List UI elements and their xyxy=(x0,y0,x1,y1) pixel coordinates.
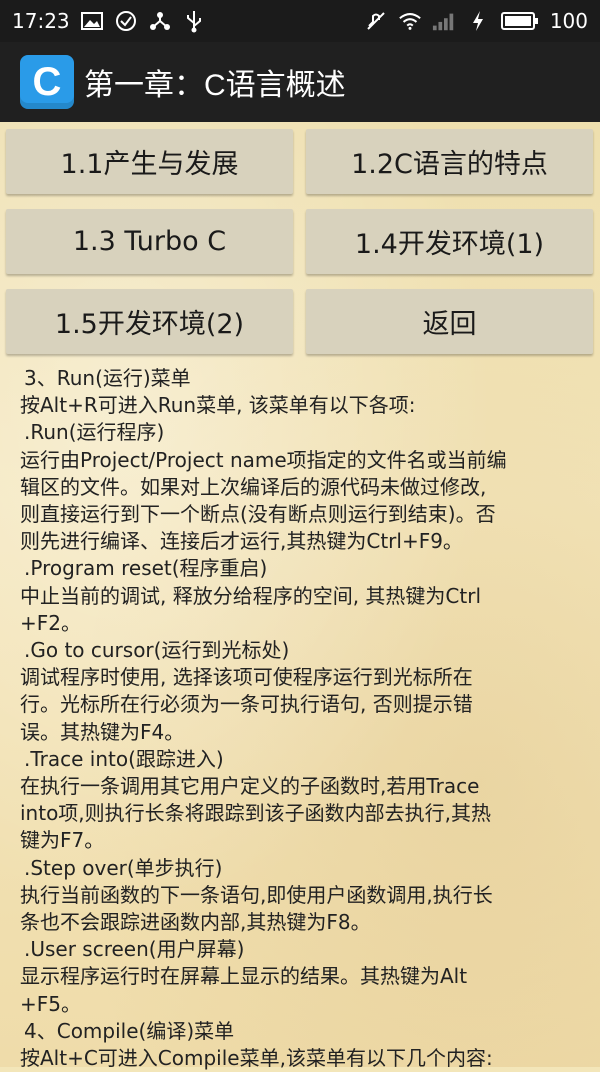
text-line: 中止当前的调试, 释放分给程序的空间, 其热键为Ctrl xyxy=(20,583,482,608)
text-line: into项,则执行长条将跟踪到该子函数内部去执行,其热 xyxy=(20,801,492,826)
image-icon xyxy=(80,9,104,33)
mute-icon xyxy=(364,9,388,33)
text-line: 在执行一条调用其它用户定义的子函数时,若用Trace xyxy=(20,774,480,799)
charging-icon xyxy=(466,9,490,33)
battery-icon xyxy=(500,9,540,33)
check-circle-icon xyxy=(114,9,138,33)
usb-icon xyxy=(182,9,206,33)
app-logo-icon: C xyxy=(20,55,74,109)
section-1-2-button[interactable]: 1.2C语言的特点 xyxy=(306,129,593,194)
wifi-icon xyxy=(398,9,422,33)
section-1-5-button[interactable]: 1.5开发环境(2) xyxy=(6,289,293,354)
status-bar: 17:23 100 xyxy=(0,0,600,42)
app-bar: C 第一章：C语言概述 xyxy=(0,42,600,122)
text-line: 行。光标所在行必须为一条可执行语句, 否则提示错 xyxy=(20,692,473,717)
text-line: 运行由Project/Project name项指定的文件名或当前编 xyxy=(20,447,507,472)
chapter-nav-grid: 1.1产生与发展 1.2C语言的特点 1.3 Turbo C 1.4开发环境(1… xyxy=(6,129,594,354)
item-heading: .Run(运行程序) xyxy=(24,420,165,445)
text-line: 误。其热键为F4。 xyxy=(20,719,185,744)
back-button[interactable]: 返回 xyxy=(306,289,593,354)
text-line: 按Alt+R可进入Run菜单, 该菜单有以下各项: xyxy=(20,393,416,418)
text-line: 辑区的文件。如果对上次编译后的源代码未做过修改, xyxy=(20,474,487,499)
page-title: 第一章：C语言概述 xyxy=(84,69,346,102)
text-line: 按Alt+C可进入Compile菜单,该菜单有以下几个内容: xyxy=(20,1046,493,1071)
section-heading: 4、Compile(编译)菜单 xyxy=(24,1018,235,1043)
text-line: 则先进行编译、连接后才运行,其热键为Ctrl+F9。 xyxy=(20,529,463,554)
item-heading: .Go to cursor(运行到光标处) xyxy=(24,638,290,663)
item-heading: .Trace into(跟踪进入) xyxy=(24,746,224,771)
status-time: 17:23 xyxy=(12,9,70,33)
article-text: 3、Run(运行)菜单 按Alt+R可进入Run菜单, 该菜单有以下各项: .R… xyxy=(20,365,580,1072)
content-area[interactable]: 1.1产生与发展 1.2C语言的特点 1.3 Turbo C 1.4开发环境(1… xyxy=(0,122,600,1070)
section-1-3-button[interactable]: 1.3 Turbo C xyxy=(6,209,293,274)
text-line: 显示程序运行时在屏幕上显示的结果。其热键为Alt xyxy=(20,964,468,989)
item-heading: .Step over(单步执行) xyxy=(24,855,223,880)
text-line: 调试程序时使用, 选择该项可使程序运行到光标所在 xyxy=(20,665,473,690)
share-icon xyxy=(148,9,172,33)
text-line: 执行当前函数的下一条语句,即使用户函数调用,执行长 xyxy=(20,882,493,907)
item-heading: .Program reset(程序重启) xyxy=(24,556,268,581)
text-line: 键为F7。 xyxy=(20,828,105,853)
app-logo-letter: C xyxy=(32,59,62,104)
text-line: 则直接运行到下一个断点(没有断点则运行到结束)。否 xyxy=(20,502,496,527)
signal-icon xyxy=(432,9,456,33)
section-1-1-button[interactable]: 1.1产生与发展 xyxy=(6,129,293,194)
text-line: +F2。 xyxy=(20,610,81,635)
text-line: +F5。 xyxy=(20,991,81,1016)
text-line: 条也不会跟踪进函数内部,其热键为F8。 xyxy=(20,910,371,935)
section-heading: 3、Run(运行)菜单 xyxy=(24,366,191,390)
section-1-4-button[interactable]: 1.4开发环境(1) xyxy=(306,209,593,274)
battery-level: 100 xyxy=(549,9,588,33)
item-heading: .User screen(用户屏幕) xyxy=(24,937,245,962)
